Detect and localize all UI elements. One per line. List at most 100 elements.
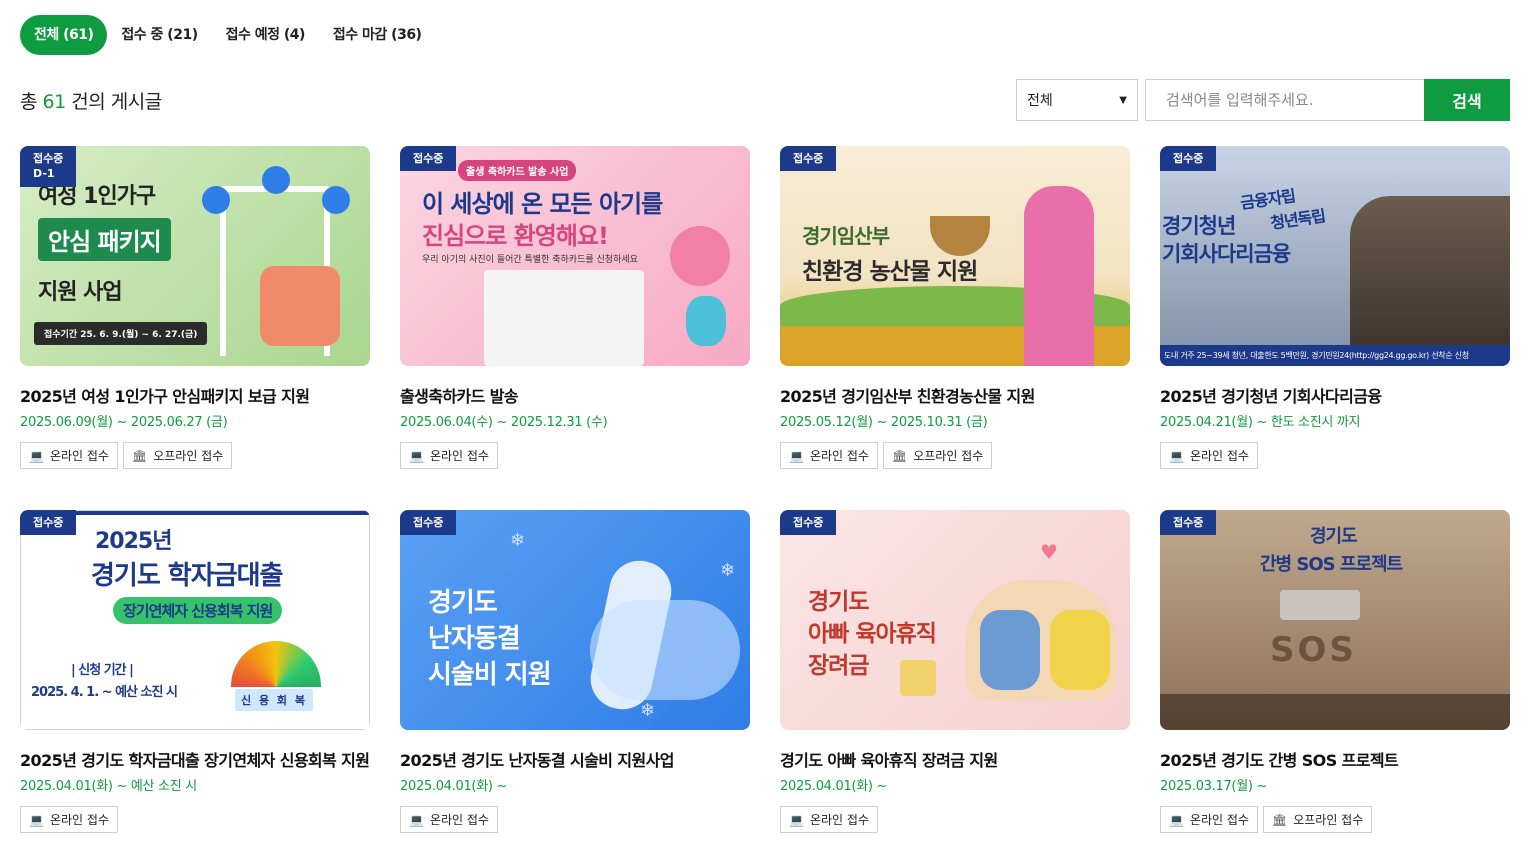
card-title[interactable]: 2025년 경기도 간병 SOS 프로젝트 xyxy=(1160,748,1510,774)
chip-label: 오프라인 접수 xyxy=(913,449,984,463)
program-card: 금융자립 청년독립 경기청년 기회사다리금융 도내 거주 25~39세 청년, … xyxy=(1160,146,1510,510)
offline-apply-chip: 🏛 오프라인 접수 xyxy=(122,442,233,469)
search-input[interactable] xyxy=(1145,79,1424,121)
online-apply-chip: 💻 온라인 접수 xyxy=(1160,806,1258,833)
thumb-text: 2025년 xyxy=(95,529,172,554)
thumb-text: 우리 아기의 사진이 들어간 특별한 축하카드를 신청하세요 xyxy=(422,255,638,265)
status-badge: 접수중 xyxy=(400,510,457,536)
program-card: 여성 1인가구 안심 패키지 지원 사업 접수기간 25. 6. 9.(월) ~… xyxy=(20,146,370,510)
thumb-text: 경기도 xyxy=(428,588,498,618)
card-date: 2025.04.21(월) ~ 한도 소진시 까지 xyxy=(1160,415,1361,430)
thumb-text: 진심으로 환영해요! xyxy=(422,222,609,250)
post-count: 총 61 건의 게시글 xyxy=(20,87,162,114)
search-button[interactable]: 검색 xyxy=(1424,79,1510,121)
thumb-text: 장려금 xyxy=(808,653,869,679)
thumb-text: 친환경 농산물 지원 xyxy=(802,259,978,285)
status-badge-label: 접수중 xyxy=(793,516,824,529)
thumb-text: 2025. 4. 1. ~ 예산 소진 시 xyxy=(31,685,178,700)
card-thumbnail[interactable]: 출생 축하카드 발송 사업 이 세상에 온 모든 아기를 진심으로 환영해요! … xyxy=(400,146,750,366)
thumb-text: SOS xyxy=(1270,630,1357,670)
apply-method-list: 💻 온라인 접수 xyxy=(1160,442,1510,469)
tab-upcoming[interactable]: 접수 예정 (4) xyxy=(212,15,319,55)
post-count-prefix: 총 xyxy=(20,91,37,113)
card-title[interactable]: 2025년 여성 1인가구 안심패키지 보급 지원 xyxy=(20,384,370,410)
card-thumbnail[interactable]: 여성 1인가구 안심 패키지 지원 사업 접수기간 25. 6. 9.(월) ~… xyxy=(20,146,370,366)
search-bar: 전체 ▼ 검색 xyxy=(1016,79,1510,121)
card-title[interactable]: 2025년 경기청년 기회사다리금융 xyxy=(1160,384,1510,410)
online-apply-chip: 💻 온라인 접수 xyxy=(1160,442,1258,469)
camera-icon xyxy=(262,166,290,194)
building-icon: 🏛 xyxy=(891,448,908,463)
card-thumbnail[interactable]: 경기임산부 친환경 농산물 지원 접수중 xyxy=(780,146,1130,366)
thumb-text: | 신청 기간 | xyxy=(71,663,134,678)
card-thumbnail[interactable]: 경기도 난자동결 시술비 지원 ❄ ❄ ❄ 접수중 xyxy=(400,510,750,730)
laptop-icon: 💻 xyxy=(409,448,424,463)
laptop-icon: 💻 xyxy=(29,812,44,827)
card-date: 2025.03.17(월) ~ xyxy=(1160,779,1268,794)
thumb-text: 경기도 xyxy=(1310,526,1358,547)
online-apply-chip: 💻 온라인 접수 xyxy=(400,442,498,469)
card-title[interactable]: 2025년 경기도 학자금대출 장기연체자 신용회복 지원 xyxy=(20,748,370,774)
chip-label: 온라인 접수 xyxy=(1189,813,1249,827)
building-icon: 🏛 xyxy=(1271,812,1288,827)
offline-apply-chip: 🏛 오프라인 접수 xyxy=(882,442,993,469)
heart-balloons xyxy=(670,226,730,286)
chip-label: 온라인 접수 xyxy=(49,449,109,463)
offline-apply-chip: 🏛 오프라인 접수 xyxy=(1262,806,1373,833)
card-title[interactable]: 2025년 경기도 난자동결 시술비 지원사업 xyxy=(400,748,750,774)
status-badge: 접수중 xyxy=(1160,510,1217,536)
mascot xyxy=(686,296,726,346)
card-title[interactable]: 출생축하카드 발송 xyxy=(400,384,750,410)
armchair xyxy=(260,266,340,346)
thumbnail-art: 금융자립 청년독립 경기청년 기회사다리금융 도내 거주 25~39세 청년, … xyxy=(1160,146,1510,366)
card-thumbnail[interactable]: 경기도 아빠 육아휴직 장려금 ♥ 접수중 xyxy=(780,510,1130,730)
status-badge-label: 접수중 xyxy=(1173,152,1204,165)
tab-open[interactable]: 접수 중 (21) xyxy=(107,15,211,55)
card-date: 2025.05.12(월) ~ 2025.10.31 (금) xyxy=(780,415,988,430)
tab-closed[interactable]: 접수 마감 (36) xyxy=(319,15,436,55)
thumb-text: 경기도 xyxy=(808,589,869,615)
thumbnail-art: 경기도 난자동결 시술비 지원 ❄ ❄ ❄ xyxy=(400,510,750,730)
mother-figure xyxy=(1050,610,1110,690)
program-card: 2025년 경기도 학자금대출 장기연체자 신용회복 지원 | 신청 기간 | … xyxy=(20,510,370,841)
card-thumbnail[interactable]: 경기도 간병 SOS 프로젝트 SOS 접수중 xyxy=(1160,510,1510,730)
building-icon: 🏛 xyxy=(131,448,148,463)
card-title[interactable]: 2025년 경기임산부 친환경농산물 지원 xyxy=(780,384,1130,410)
chip-label: 온라인 접수 xyxy=(809,813,869,827)
online-apply-chip: 💻 온라인 접수 xyxy=(780,806,878,833)
program-card: 경기임산부 친환경 농산물 지원 접수중 2025년 경기임산부 친환경농산물 … xyxy=(780,146,1130,510)
program-card: 경기도 간병 SOS 프로젝트 SOS 접수중 2025년 경기도 간병 SOS… xyxy=(1160,510,1510,841)
card-title[interactable]: 경기도 아빠 육아휴직 장려금 지원 xyxy=(780,748,1130,774)
status-badge-label: 접수중 xyxy=(1173,516,1204,529)
search-category-select[interactable]: 전체 ▼ xyxy=(1016,79,1138,121)
chip-label: 온라인 접수 xyxy=(429,449,489,463)
chip-label: 온라인 접수 xyxy=(1189,449,1249,463)
thumb-text: 지원 사업 xyxy=(38,280,123,305)
apply-method-list: 💻 온라인 접수 xyxy=(20,806,370,833)
online-apply-chip: 💻 온라인 접수 xyxy=(20,442,118,469)
chip-label: 온라인 접수 xyxy=(429,813,489,827)
card-date: 2025.04.01(화) ~ xyxy=(780,779,888,794)
credit-gauge xyxy=(231,641,321,687)
baby-photo xyxy=(484,270,644,366)
status-tabs: 전체 (61) 접수 중 (21) 접수 예정 (4) 접수 마감 (36) xyxy=(20,15,435,55)
status-badge-label: 접수중 xyxy=(33,152,64,165)
card-thumbnail[interactable]: 2025년 경기도 학자금대출 장기연체자 신용회복 지원 | 신청 기간 | … xyxy=(20,510,370,730)
thumbnail-art: 출생 축하카드 발송 사업 이 세상에 온 모든 아기를 진심으로 환영해요! … xyxy=(400,146,750,366)
vegetable-basket xyxy=(930,216,990,256)
status-badge-label: 접수중 xyxy=(33,516,64,529)
thumb-text: 시술비 지원 xyxy=(428,660,552,690)
thumb-text: 간병 SOS 프로젝트 xyxy=(1260,554,1403,575)
card-date: 2025.06.04(수) ~ 2025.12.31 (수) xyxy=(400,415,608,430)
snowflake-icon: ❄ xyxy=(510,530,526,551)
tab-all[interactable]: 전체 (61) xyxy=(20,15,108,55)
status-badge-dday: D-1 xyxy=(33,167,55,181)
card-thumbnail[interactable]: 금융자립 청년독립 경기청년 기회사다리금융 도내 거주 25~39세 청년, … xyxy=(1160,146,1510,366)
status-badge: 접수중 xyxy=(780,146,837,172)
status-badge-label: 접수중 xyxy=(793,152,824,165)
apply-method-list: 💻 온라인 접수 🏛 오프라인 접수 xyxy=(780,442,1130,469)
snowflake-icon: ❄ xyxy=(720,560,736,581)
thumbnail-art: 2025년 경기도 학자금대출 장기연체자 신용회복 지원 | 신청 기간 | … xyxy=(20,510,370,730)
chip-label: 오프라인 접수 xyxy=(1293,813,1364,827)
apply-method-list: 💻 온라인 접수 xyxy=(780,806,1130,833)
